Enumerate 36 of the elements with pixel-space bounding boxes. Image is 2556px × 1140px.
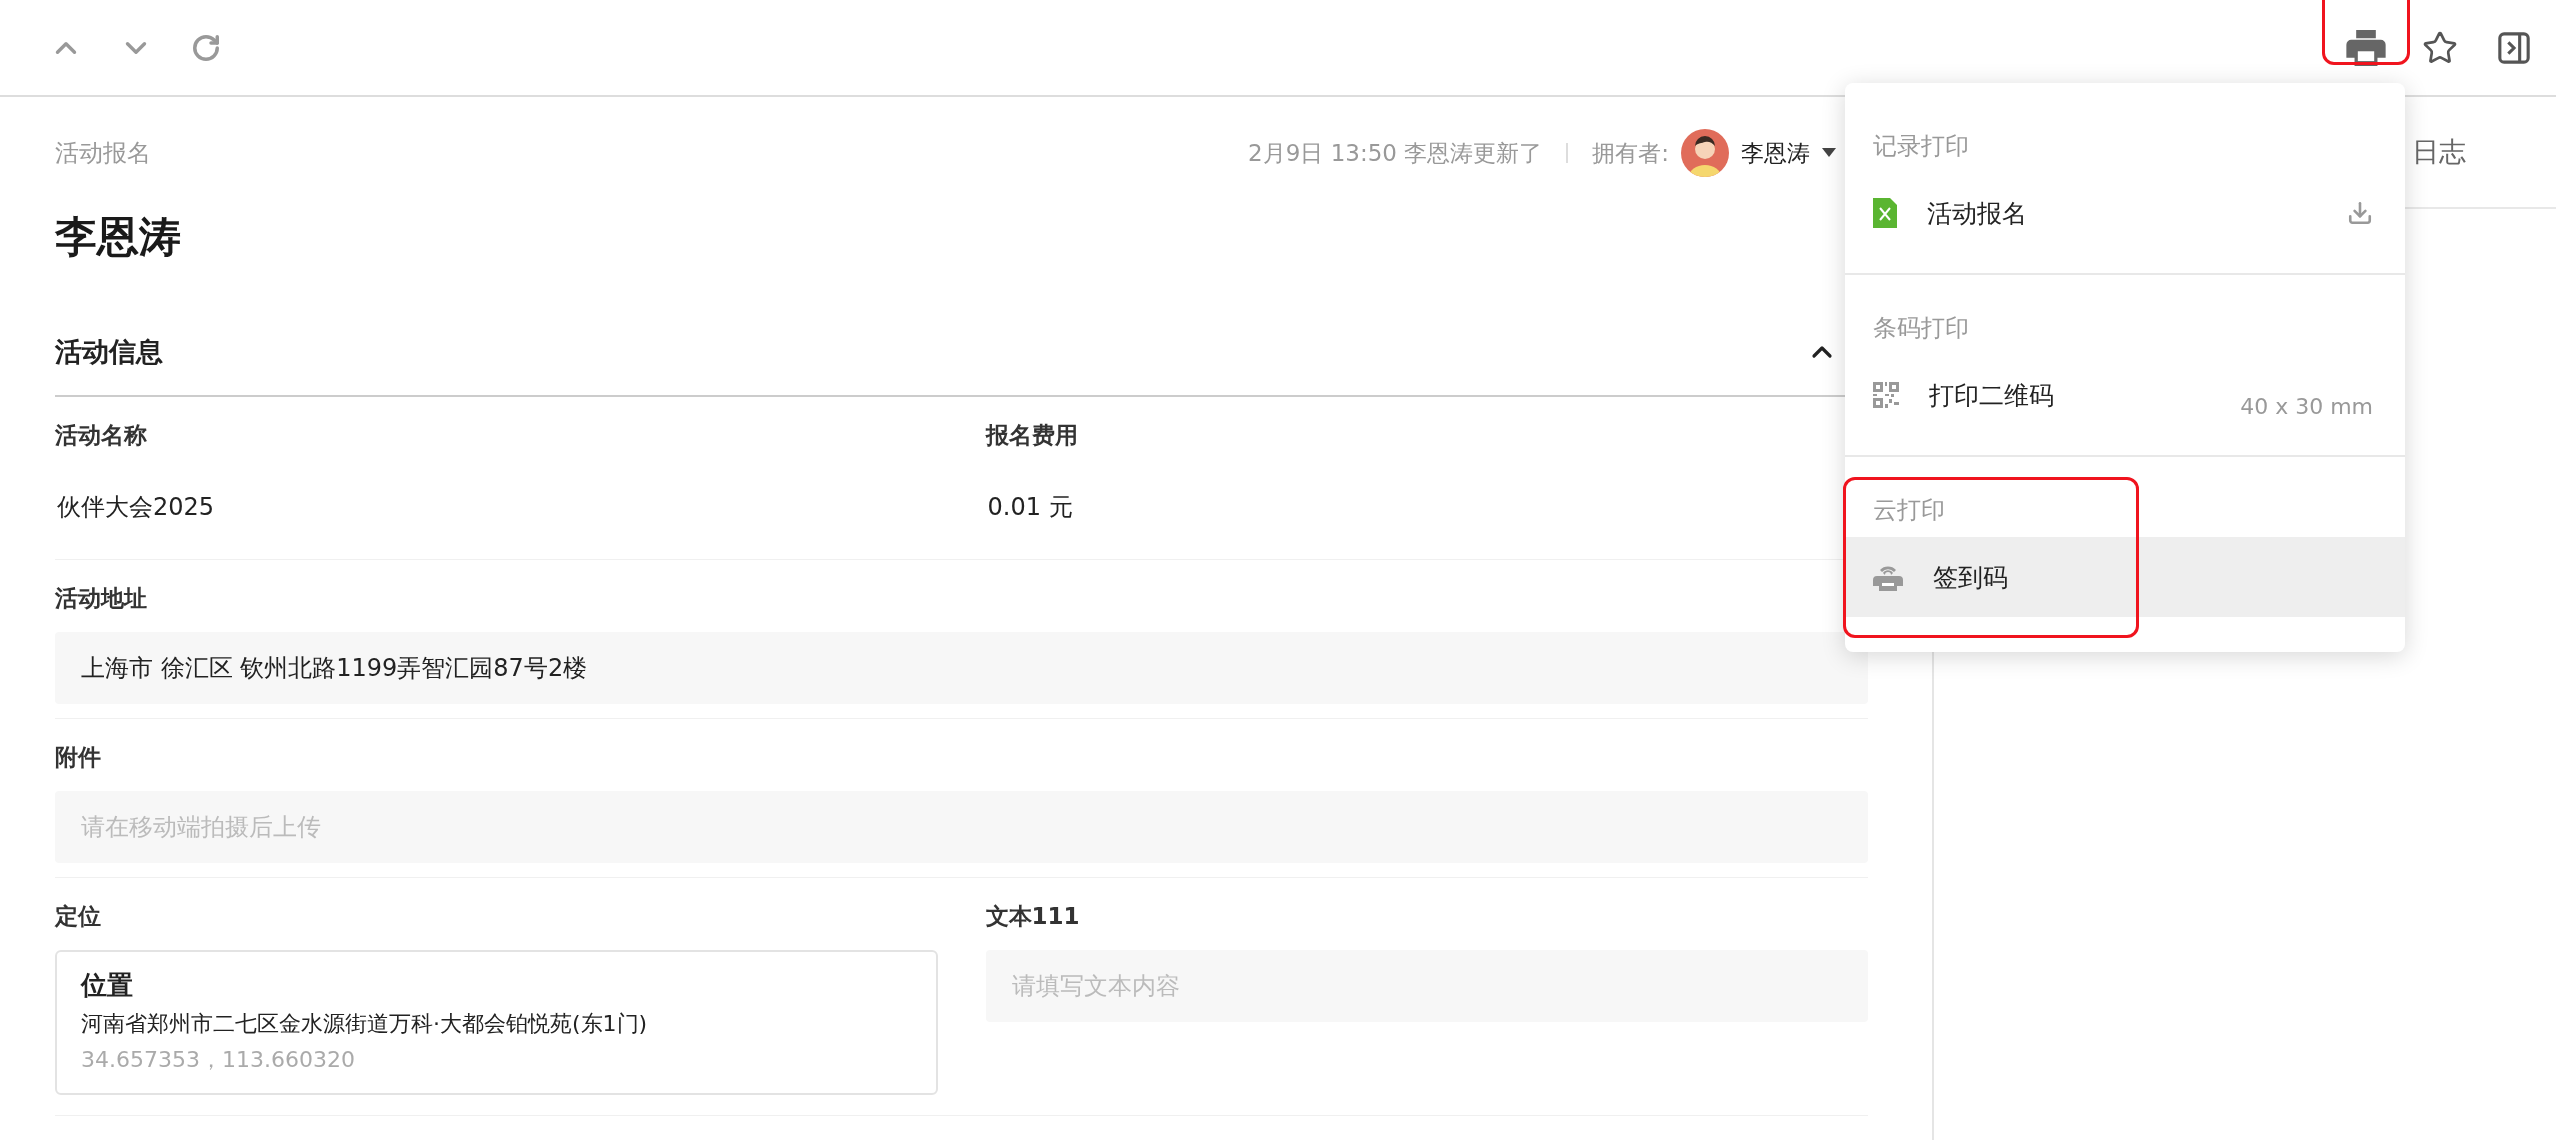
printer-icon <box>2346 29 2386 66</box>
field-label: 活动名称 <box>55 421 148 450</box>
field-value: 0.01 元 <box>986 492 1074 523</box>
location-address: 河南省郑州市二七区金水源街道万科·大都会铂悦苑(东1门) <box>81 1010 649 1038</box>
dropdown-caret-icon <box>1822 148 1836 158</box>
menu-item[interactable]: 签到码 <box>1845 537 2405 617</box>
panel-toggle-icon <box>2497 30 2531 65</box>
label-size: 40 x 30 mm <box>2240 393 2373 419</box>
input-field[interactable]: 上海市 徐汇区 钦州北路1199弄智汇园87号2楼 <box>55 632 1868 704</box>
location-title: 位置 <box>81 969 134 1002</box>
breadcrumb: 活动报名 <box>55 138 151 169</box>
field-label: 附件 <box>55 743 102 772</box>
location-coordinates: 34.657353，113.660320 <box>81 1046 356 1074</box>
field-value: 伙伴大会2025 <box>56 492 216 523</box>
menu-item[interactable]: 打印二维码 40 x 30 mm <box>1845 355 2405 435</box>
field-label: 活动地址 <box>55 584 148 613</box>
update-info: 2月9日 13:50 李恩涛更新了 <box>1248 138 1543 168</box>
download-button[interactable] <box>2347 200 2373 226</box>
field-label: 定位 <box>55 902 102 931</box>
section-title: 活动信息 <box>55 335 163 369</box>
panel-tab[interactable]: 日志 <box>2412 134 2466 170</box>
owner-name: 李恩涛 <box>1741 138 1810 168</box>
avatar <box>1681 129 1729 177</box>
owner-label: 拥有者: <box>1592 138 1669 168</box>
spreadsheet-file-icon <box>1873 198 1897 228</box>
menu-item[interactable]: 活动报名 <box>1845 173 2405 253</box>
qr-code-icon <box>1873 382 1899 408</box>
field-label: 报名费用 <box>985 421 1079 450</box>
menu-group-title: 记录打印 <box>1872 130 1970 162</box>
record-title: 李恩涛 <box>55 211 182 263</box>
field-label: 文本111 <box>985 902 1081 931</box>
refresh-icon <box>191 32 221 63</box>
star-icon <box>2422 29 2458 66</box>
menu-group-title: 条码打印 <box>1872 312 1970 344</box>
menu-group-title: 云打印 <box>1872 494 1946 526</box>
download-icon <box>2347 200 2373 226</box>
